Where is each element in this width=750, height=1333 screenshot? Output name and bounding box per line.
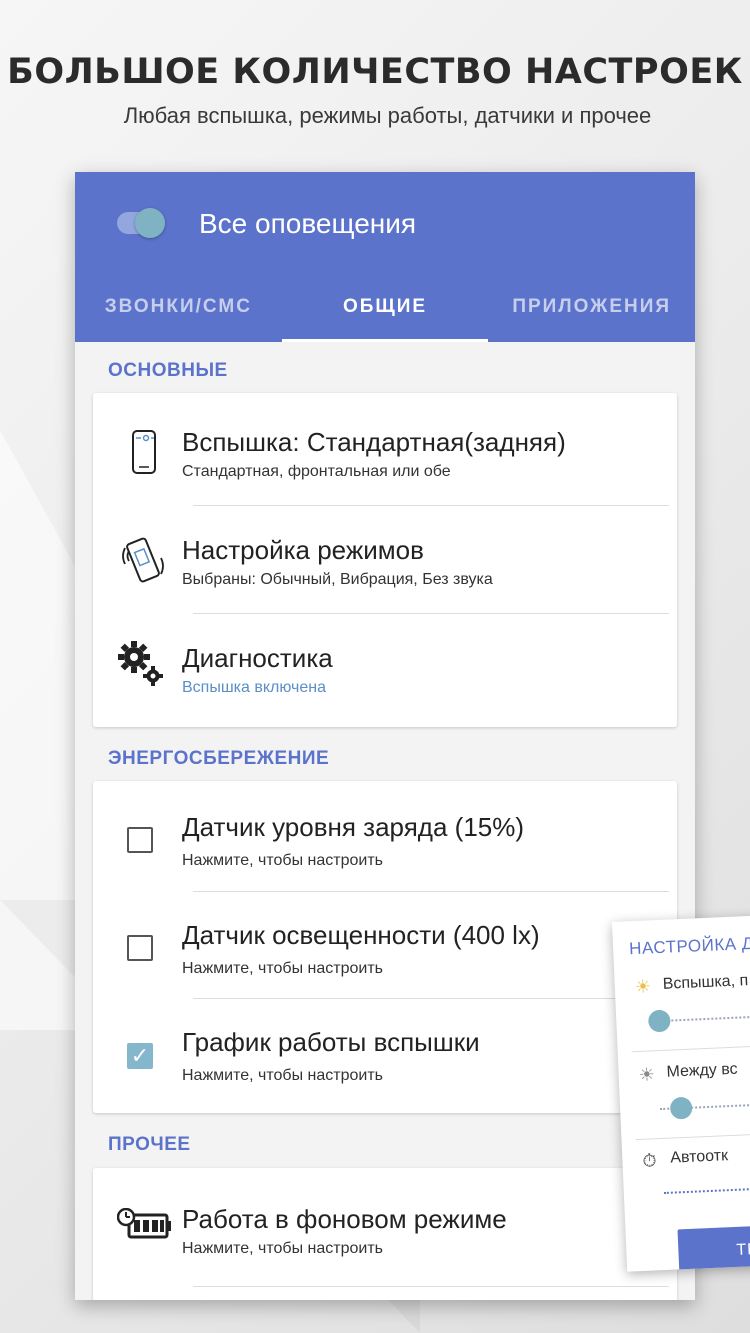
section-header-power: ЭНЕРГОСБЕРЕЖЕНИЕ	[108, 748, 330, 769]
dialog-title: НАСТРОЙКА ДА	[628, 933, 750, 959]
card-other: Работа в фоновом режиме Нажмите, чтобы н…	[93, 1168, 677, 1300]
setting-subtitle: Вспышка включена	[182, 679, 326, 696]
setting-title: Датчик уровня заряда (15%)	[182, 812, 525, 842]
setting-battery-sensor[interactable]: Датчик уровня заряда (15%) Нажмите, чтоб…	[93, 781, 677, 892]
setting-subtitle: Выбраны: Обычный, Вибрация, Без звука	[182, 571, 493, 588]
timer-icon: ⏱	[642, 1150, 657, 1171]
dialog-row-label: Автоотк	[669, 1147, 729, 1167]
setting-subtitle: Нажмите, чтобы настроить	[182, 1067, 383, 1084]
checkbox[interactable]	[127, 935, 153, 961]
battery-timer-icon	[117, 1208, 171, 1239]
card-main: Вспышка: Стандартная(задняя) Стандартная…	[93, 393, 677, 727]
slider-handle[interactable]	[669, 1096, 693, 1120]
checkbox[interactable]	[127, 827, 153, 853]
setting-background-mode[interactable]: Работа в фоновом режиме Нажмите, чтобы н…	[93, 1168, 677, 1287]
setting-subtitle: Нажмите, чтобы настроить	[182, 852, 383, 869]
setting-title: Вспышка: Стандартная(задняя)	[182, 427, 566, 457]
setting-diagnostics[interactable]: Диагностика Вспышка включена	[93, 614, 677, 722]
slider-track[interactable]	[663, 1185, 750, 1194]
setting-title: Работа в фоновом режиме	[182, 1204, 507, 1234]
setting-subtitle: Стандартная, фронтальная или обе	[182, 463, 451, 480]
vibrating-phone-icon	[122, 537, 164, 583]
slider-handle[interactable]	[647, 1009, 671, 1033]
phone-flash-icon	[132, 430, 156, 474]
section-header-other: ПРОЧЕЕ	[108, 1134, 191, 1155]
switch-knob	[135, 208, 165, 238]
section-header-main: ОСНОВНЫЕ	[108, 360, 228, 381]
sun-icon: ☀	[634, 976, 652, 998]
setting-title: Настройка режимов	[182, 535, 424, 565]
setting-title: Датчик освещенности (400 lx)	[182, 920, 540, 950]
promo-headline: БОЛЬШОЕ КОЛИЧЕСТВО НАСТРОЕК	[7, 52, 743, 92]
app-bar-title: Все оповещения	[199, 208, 417, 239]
card-power: Датчик уровня заряда (15%) Нажмите, чтоб…	[93, 781, 677, 1113]
setting-subtitle: Нажмите, чтобы настроить	[182, 1240, 383, 1257]
setting-flash-type[interactable]: Вспышка: Стандартная(задняя) Стандартная…	[93, 393, 677, 506]
dim-sun-icon: ☀	[638, 1064, 656, 1085]
tab-apps[interactable]: ПРИЛОЖЕНИЯ	[488, 272, 695, 342]
promo-subheadline: Любая вспышка, режимы работы, датчики и …	[123, 103, 652, 128]
app-screen: Все оповещения ЗВОНКИ/СМС ОБЩИЕ ПРИЛОЖЕН…	[75, 172, 695, 1300]
dialog-row-label: Между вс	[666, 1060, 738, 1081]
dialog-row-label: Вспышка, п	[662, 972, 749, 993]
tab-general[interactable]: ОБЩИЕ	[281, 272, 489, 342]
divider	[631, 1042, 750, 1053]
gears-icon	[118, 641, 163, 686]
setting-modes[interactable]: Настройка режимов Выбраны: Обычный, Вибр…	[93, 506, 677, 614]
master-switch[interactable]	[117, 208, 165, 238]
checkbox-checked[interactable]: ✓	[127, 1043, 153, 1069]
setting-title: Диагностика	[182, 643, 333, 673]
tab-bar: ЗВОНКИ/СМС ОБЩИЕ ПРИЛОЖЕНИЯ	[75, 272, 695, 342]
test-button[interactable]: ТЕС	[677, 1222, 750, 1272]
sensor-settings-dialog: НАСТРОЙКА ДА ☀ Вспышка, п ☀ Между вс ⏱ А…	[612, 913, 750, 1272]
setting-light-sensor[interactable]: Датчик освещенности (400 lx) Нажмите, чт…	[93, 891, 677, 999]
app-bar: Все оповещения ЗВОНКИ/СМС ОБЩИЕ ПРИЛОЖЕН…	[75, 172, 695, 342]
divider	[635, 1130, 750, 1141]
divider	[193, 1286, 669, 1287]
setting-title: График работы вспышки	[182, 1027, 480, 1057]
setting-subtitle: Нажмите, чтобы настроить	[182, 960, 383, 977]
tab-calls-sms[interactable]: ЗВОНКИ/СМС	[75, 272, 282, 342]
setting-flash-schedule[interactable]: ✓ График работы вспышки Нажмите, чтобы н…	[93, 998, 677, 1106]
